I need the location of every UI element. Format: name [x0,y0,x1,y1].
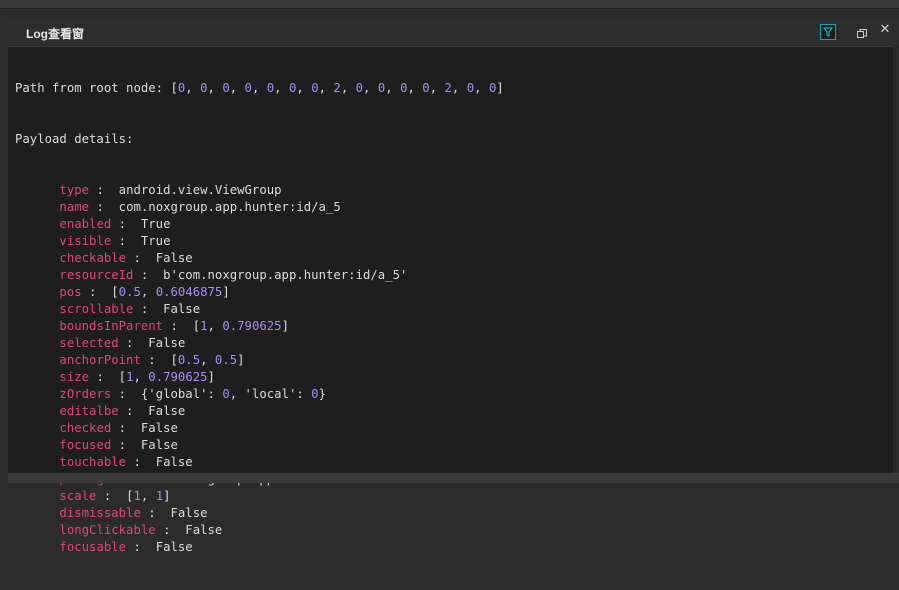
field-key: name [59,200,90,214]
payload-field-longClickable: longClickable : False [59,523,223,537]
field-value: False [140,438,178,452]
panel-header: Log查看窗 ✕ [8,18,899,47]
payload-fields: type : android.view.ViewGroup name : com… [15,182,885,556]
field-value: [1, 1] [126,489,171,503]
payload-field-focusable: focusable : False [59,540,193,554]
field-key: type [59,183,90,197]
panel-title: Log查看窗 [26,27,84,41]
bottom-bar [8,473,899,483]
field-value: False [155,455,193,469]
close-icon: ✕ [879,22,891,37]
close-button[interactable]: ✕ [878,23,892,37]
field-key: touchable [59,455,127,469]
field-key: size [59,370,90,384]
field-key: scale [59,489,97,503]
field-key: editalbe [59,404,119,418]
field-value: True [140,234,171,248]
field-key: longClickable [59,523,156,537]
field-key: zOrders [59,387,112,401]
field-key: checked [59,421,112,435]
field-value: False [148,404,186,418]
field-value: False [148,336,186,350]
field-value: False [155,540,193,554]
log-output: Path from root node: [0, 0, 0, 0, 0, 0, … [15,46,885,554]
payload-field-enabled: enabled : True [59,217,171,231]
filter-icon [821,25,835,39]
payload-field-boundsInParent: boundsInParent : [1, 0.790625] [59,319,289,333]
payload-field-size: size : [1, 0.790625] [59,370,215,384]
field-value: com.noxgroup.app.hunter:id/a_5 [118,200,341,214]
restore-window-button[interactable] [856,25,868,38]
path-line: Path from root node: [0, 0, 0, 0, 0, 0, … [15,81,504,95]
field-value: True [140,217,171,231]
top-bar [0,0,899,9]
field-key: focused [59,438,112,452]
payload-header: Payload details: [15,132,134,146]
field-value: [1, 0.790625] [118,370,215,384]
payload-field-focused: focused : False [59,438,178,452]
payload-field-checkable: checkable : False [59,251,193,265]
filter-button[interactable] [820,24,836,40]
payload-field-name: name : com.noxgroup.app.hunter:id/a_5 [59,200,341,214]
field-key: boundsInParent [59,319,164,333]
field-key: selected [59,336,119,350]
field-value: False [170,506,208,520]
field-key: scrollable [59,302,134,316]
field-key: enabled [59,217,112,231]
log-panel: Log查看窗 ✕ Path from root node: [0, 0, 0, … [8,18,899,554]
field-key: focusable [59,540,127,554]
field-value: False [163,302,201,316]
field-value: b'com.noxgroup.app.hunter:id/a_5' [163,268,408,282]
payload-field-visible: visible : True [59,234,171,248]
field-key: resourceId [59,268,134,282]
field-key: visible [59,234,112,248]
field-value: [0.5, 0.5] [170,353,245,367]
field-value: False [155,251,193,265]
payload-field-editalbe: editalbe : False [59,404,186,418]
field-key: dismissable [59,506,141,520]
payload-field-dismissable: dismissable : False [59,506,208,520]
field-value: {'global': 0, 'local': 0} [140,387,326,401]
restore-window-icon [856,25,868,44]
payload-field-scale: scale : [1, 1] [59,489,171,503]
field-value: False [140,421,178,435]
payload-field-selected: selected : False [59,336,186,350]
payload-field-touchable: touchable : False [59,455,193,469]
payload-field-type: type : android.view.ViewGroup [59,183,282,197]
field-value: False [185,523,223,537]
field-key: pos [59,285,82,299]
payload-field-zOrders: zOrders : {'global': 0, 'local': 0} [59,387,326,401]
field-key: anchorPoint [59,353,141,367]
payload-field-pos: pos : [0.5, 0.6046875] [59,285,230,299]
payload-field-anchorPoint: anchorPoint : [0.5, 0.5] [59,353,245,367]
field-value: [0.5, 0.6046875] [111,285,230,299]
field-value: [1, 0.790625] [192,319,289,333]
payload-field-resourceId: resourceId : b'com.noxgroup.app.hunter:i… [59,268,408,282]
field-key: checkable [59,251,127,265]
field-value: android.view.ViewGroup [118,183,282,197]
payload-field-scrollable: scrollable : False [59,302,201,316]
payload-field-checked: checked : False [59,421,178,435]
vertical-scrollbar[interactable] [893,46,899,473]
